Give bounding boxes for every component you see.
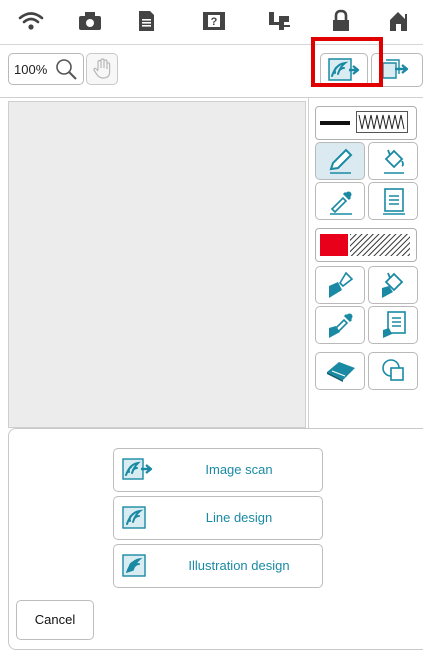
line-type-selector[interactable] bbox=[315, 106, 417, 140]
drawing-canvas[interactable] bbox=[8, 101, 306, 428]
image-scan-button[interactable]: Image scan bbox=[113, 448, 323, 492]
line-design-label: Line design bbox=[205, 510, 273, 525]
export-icon bbox=[380, 58, 414, 82]
fill-bucket-icon bbox=[379, 270, 409, 300]
fill-pattern-icon bbox=[380, 310, 408, 340]
fill-color-swatch bbox=[320, 234, 348, 256]
status-bar: ? bbox=[0, 0, 423, 42]
lock-icon[interactable] bbox=[328, 9, 354, 33]
shape-tool-button[interactable] bbox=[368, 352, 418, 390]
paint-bucket-icon bbox=[380, 147, 408, 175]
hand-icon bbox=[92, 58, 112, 80]
cancel-button[interactable]: Cancel bbox=[16, 600, 94, 640]
brush-icon bbox=[326, 270, 356, 300]
line-pattern-icon bbox=[381, 187, 407, 215]
line-color-fill-button[interactable] bbox=[368, 142, 418, 180]
eyedropper-icon bbox=[327, 187, 355, 215]
zoom-level: 100% bbox=[14, 62, 48, 77]
camera-icon[interactable] bbox=[77, 9, 103, 33]
image-scan-icon bbox=[122, 458, 156, 482]
eraser-icon bbox=[325, 358, 357, 384]
fill-brush-button[interactable] bbox=[315, 266, 365, 304]
zigzag-line-icon bbox=[356, 111, 408, 133]
hatch-pattern-icon bbox=[350, 234, 410, 256]
line-sample bbox=[320, 121, 350, 125]
document-icon[interactable] bbox=[133, 9, 159, 33]
line-eyedropper-button[interactable] bbox=[315, 182, 365, 220]
line-design-button[interactable]: Line design bbox=[113, 496, 323, 540]
sewing-machine-icon[interactable] bbox=[266, 9, 292, 33]
wifi-icon[interactable] bbox=[18, 9, 44, 33]
fill-pattern-button[interactable] bbox=[368, 306, 418, 344]
line-design-icon bbox=[122, 506, 156, 530]
magnifier-icon bbox=[54, 57, 78, 81]
fill-eyedropper-button[interactable] bbox=[315, 306, 365, 344]
illustration-design-icon bbox=[122, 554, 156, 578]
fill-bucket-button[interactable] bbox=[368, 266, 418, 304]
pencil-tool-button[interactable] bbox=[315, 142, 365, 180]
tool-panel bbox=[308, 98, 423, 428]
import-highlight-box bbox=[311, 37, 383, 87]
pencil-icon bbox=[327, 147, 355, 175]
fill-eyedropper-icon bbox=[326, 310, 356, 340]
eraser-button[interactable] bbox=[315, 352, 365, 390]
help-icon[interactable]: ? bbox=[201, 9, 227, 33]
fill-type-selector[interactable] bbox=[315, 228, 417, 262]
illustration-design-button[interactable]: Illustration design bbox=[113, 544, 323, 588]
svg-text:?: ? bbox=[211, 16, 218, 28]
zoom-button[interactable]: 100% bbox=[8, 53, 84, 85]
home-icon[interactable] bbox=[385, 9, 411, 33]
image-scan-label: Image scan bbox=[205, 462, 273, 477]
pan-button[interactable] bbox=[86, 53, 118, 85]
shape-icon bbox=[381, 358, 407, 384]
line-pattern-button[interactable] bbox=[368, 182, 418, 220]
illustration-design-label: Illustration design bbox=[188, 558, 290, 573]
